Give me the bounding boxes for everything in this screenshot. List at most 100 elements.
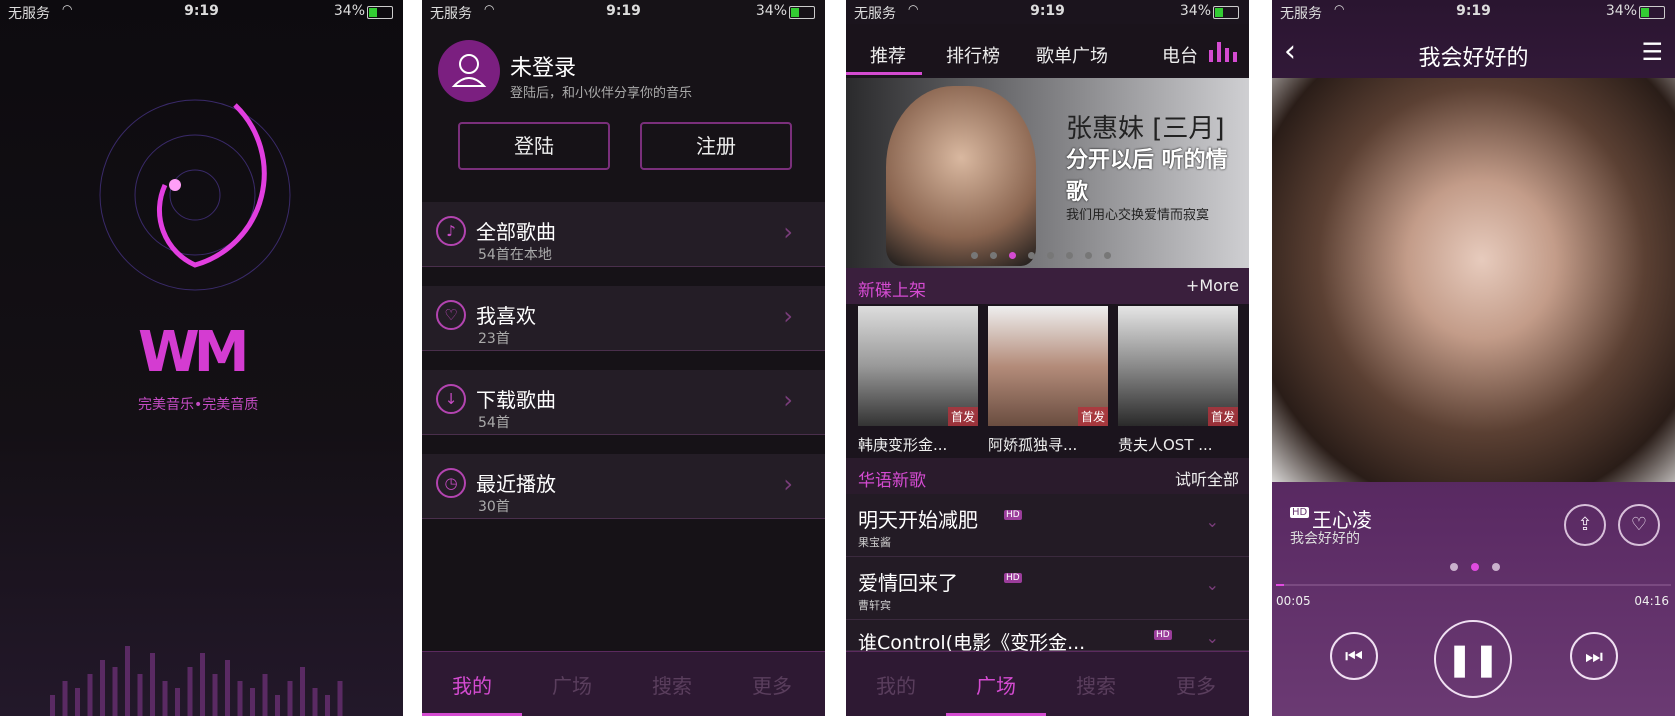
equalizer-bar [225, 660, 230, 716]
user-icon [451, 54, 487, 87]
equalizer-bar [100, 660, 105, 716]
hd-badge: HD [1004, 510, 1022, 520]
album-title[interactable]: 贵夫人OST ... [1118, 434, 1213, 455]
hd-badge: HD [1004, 573, 1022, 583]
equalizer-bar [162, 681, 168, 716]
tab-plaza[interactable]: 广场 [522, 670, 622, 699]
more-link[interactable]: +More [1186, 276, 1239, 295]
list-item-downloads[interactable]: ↓ 下载歌曲 54首 › [422, 370, 825, 435]
album-cover[interactable]: 首发 [988, 306, 1108, 426]
equalizer-bar [325, 695, 330, 716]
first-release-badge: 首发 [947, 407, 978, 426]
banner-photo [886, 86, 1036, 266]
tab-bar: 我的 广场 搜索 更多 [422, 651, 825, 716]
like-button[interactable]: ♡ [1618, 504, 1660, 546]
hd-badge: HD [1154, 630, 1172, 640]
tab-plaza[interactable]: 广场 [946, 670, 1046, 699]
item-count: 23首 [478, 331, 510, 347]
equalizer-bar [250, 688, 255, 716]
equalizer-bar [187, 667, 193, 716]
page-dots [1450, 556, 1513, 575]
tab-more[interactable]: 更多 [1146, 670, 1246, 699]
equalizer-bar [175, 688, 180, 716]
section-title: 华语新歌 [858, 471, 926, 491]
equalizer-graphic [50, 646, 343, 716]
banner-line3: 我们用心交换爱情而寂寞 [1066, 208, 1210, 223]
equalizer-bar [337, 681, 343, 716]
login-button[interactable]: 登陆 [458, 122, 610, 170]
item-count: 30首 [478, 499, 510, 515]
first-release-badge: 首发 [1207, 407, 1238, 426]
chevron-down-icon[interactable]: ⌄ [1206, 628, 1219, 647]
tab-mine[interactable]: 我的 [422, 670, 522, 699]
previous-button[interactable]: ⏮ [1330, 632, 1378, 680]
playlist-icon[interactable]: ☰ [1641, 38, 1663, 66]
tab-recommend[interactable]: 推荐 [870, 42, 906, 68]
plaza-screen: 无服务 ◠ 9:19 34% 推荐 排行榜 歌单广场 电台 张惠妹 [三月] 分… [846, 0, 1249, 716]
listen-all-link[interactable]: 试听全部 [1175, 466, 1239, 490]
progress-bar[interactable] [1276, 584, 1671, 586]
item-label: 全部歌曲 [476, 220, 556, 244]
list-item-recent[interactable]: ◷ 最近播放 30首 › [422, 454, 825, 519]
equalizer-bar [262, 674, 268, 716]
tab-search[interactable]: 搜索 [622, 670, 722, 699]
banner-line2: 分开以后 听的情歌 [1066, 148, 1228, 205]
mine-screen: 无服务 ◠ 9:19 34% 未登录 登陆后，和小伙伴分享你的音乐 登陆 注册 … [422, 0, 825, 716]
logo-ring-icon [99, 99, 291, 291]
banner-line1: 张惠妹 [三月] [1066, 114, 1225, 144]
tab-mine[interactable]: 我的 [846, 670, 946, 699]
battery-icon [1639, 6, 1665, 19]
carousel-dots [971, 244, 1123, 263]
album-title[interactable]: 韩庚变形金... [858, 434, 947, 455]
song-row[interactable]: 爱情回来了 HD 曹轩宾 ⌄ [846, 557, 1249, 620]
chevron-right-icon: › [783, 386, 793, 414]
song-row[interactable]: 明天开始减肥 HD 果宝酱 ⌄ [846, 494, 1249, 557]
register-button[interactable]: 注册 [640, 122, 792, 170]
share-button[interactable]: ⇪ [1564, 504, 1606, 546]
song-artist: 曹轩宾 [858, 599, 891, 612]
equalizer-bar [112, 667, 118, 716]
chevron-down-icon[interactable]: ⌄ [1206, 575, 1219, 594]
tab-indicator [846, 72, 922, 75]
equalizer-bar [62, 681, 68, 716]
chevron-down-icon[interactable]: ⌄ [1206, 512, 1219, 531]
next-button[interactable]: ⏭ [1570, 632, 1618, 680]
splash-screen: 无服务 ◠ 9:19 34% WM 完美音乐•完美音质 [0, 0, 403, 716]
equalizer-bar [312, 688, 318, 716]
list-item-all-songs[interactable]: ♪ 全部歌曲 54首在本地 › [422, 202, 825, 267]
song-subtitle: 我会好好的 [1290, 531, 1360, 547]
new-albums-header: 新碟上架 +More [846, 268, 1249, 304]
equalizer-bar [287, 681, 293, 716]
equalizer-icon[interactable] [1209, 40, 1239, 62]
equalizer-bar [237, 681, 243, 716]
item-label: 最近播放 [476, 472, 556, 496]
tab-radio[interactable]: 电台 [1162, 42, 1198, 68]
equalizer-bar [275, 695, 280, 716]
status-bar: 无服务 ◠ 9:19 34% [422, 0, 825, 24]
battery-percent: 34% [1179, 3, 1211, 19]
tab-more[interactable]: 更多 [722, 670, 822, 699]
progress-fill [1276, 584, 1284, 586]
equalizer-bar [150, 653, 155, 716]
tab-charts[interactable]: 排行榜 [946, 42, 1000, 68]
status-bar: 无服务 ◠ 9:19 34% [846, 0, 1249, 24]
album-cover[interactable]: 首发 [858, 306, 978, 426]
list-item-favorites[interactable]: ♡ 我喜欢 23首 › [422, 286, 825, 351]
battery-icon [1213, 6, 1239, 19]
tab-playlists[interactable]: 歌单广场 [1036, 42, 1108, 68]
song-title: 我会好好的 [1418, 46, 1529, 71]
equalizer-bar [212, 674, 218, 716]
avatar[interactable] [438, 40, 500, 102]
music-note-icon: ♪ [436, 216, 466, 246]
first-release-badge: 首发 [1077, 407, 1108, 426]
album-cover[interactable]: 首发 [1118, 306, 1238, 426]
album-title[interactable]: 阿娇孤独寻... [988, 434, 1077, 455]
album-artwork [1272, 78, 1675, 482]
login-hint: 登陆后，和小伙伴分享你的音乐 [510, 86, 693, 101]
battery-percent: 34% [1605, 3, 1637, 19]
tab-search[interactable]: 搜索 [1046, 670, 1146, 699]
song-row[interactable]: 谁Control(电影《变形金... HD ⌄ [846, 620, 1249, 654]
pause-button[interactable]: ❚❚ [1434, 620, 1512, 698]
tab-bar: 我的 广场 搜索 更多 [846, 651, 1249, 716]
banner-carousel[interactable]: 张惠妹 [三月] 分开以后 听的情歌 我们用心交换爱情而寂寞 [846, 78, 1249, 268]
